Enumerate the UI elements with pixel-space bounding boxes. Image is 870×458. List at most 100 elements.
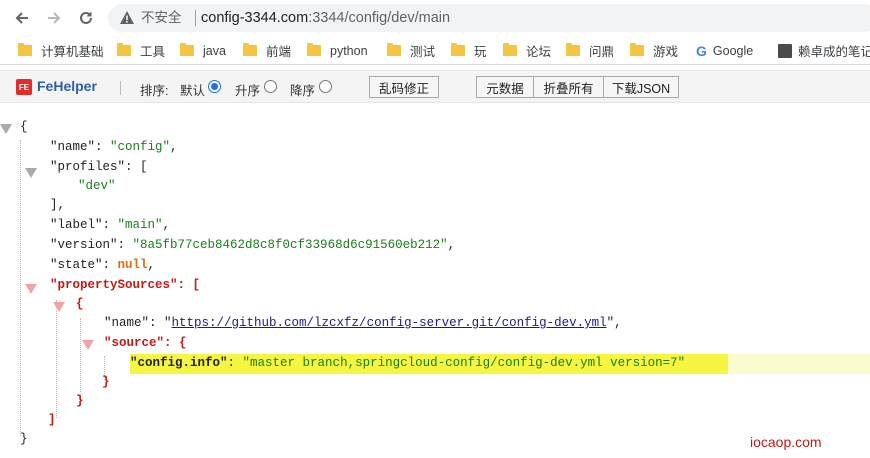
reload-button[interactable] (76, 8, 96, 28)
json-line: } (20, 430, 28, 449)
folder-icon (180, 43, 194, 56)
json-link[interactable]: https://github.com/lzcxfz/config-server.… (172, 316, 607, 330)
folder-icon (503, 43, 517, 56)
fix-encoding-button[interactable]: 乱码修正 (369, 76, 439, 98)
indent-guide (80, 318, 81, 398)
bookmark-label: java (203, 43, 226, 58)
json-line: "profiles": [ (50, 160, 148, 174)
brace: } (20, 432, 28, 446)
collapse-toggle-icon[interactable] (53, 302, 65, 312)
url-path: :3344/config/dev/main (308, 10, 451, 26)
folder-icon (243, 43, 257, 56)
json-line: "dev" (78, 177, 116, 196)
json-viewer: { "name": "config", "profiles": [ "dev" … (0, 104, 870, 458)
fehelper-logo-icon: FE (16, 79, 32, 95)
indent-guide (20, 140, 21, 436)
sort-desc-radio[interactable] (319, 80, 332, 93)
brace: } (102, 375, 110, 389)
json-key: "profiles" (50, 160, 126, 174)
json-line: "version": "8a5fb77ceb8462d8c8f0cf33968d… (50, 238, 456, 252)
json-line: { (76, 297, 84, 311)
bookmark-python[interactable]: python (307, 42, 368, 59)
json-line: "source": { (104, 336, 187, 350)
bookmarks-bar: 计算机基础 工具 java 前端 python 测试 玩 论坛 问鼎 游戏 GG… (0, 36, 870, 65)
folder-icon (451, 43, 465, 56)
sort-asc-radio[interactable] (264, 80, 277, 93)
back-arrow-icon (15, 12, 28, 24)
sort-desc-label[interactable]: 降序 (290, 80, 315, 99)
collapse-toggle-icon[interactable] (25, 168, 37, 178)
json-line: ], (50, 198, 66, 212)
bookmark-frontend[interactable]: 前端 (243, 42, 291, 59)
bookmark-tools[interactable]: 工具 (117, 42, 165, 59)
bookmark-testing[interactable]: 测试 (387, 42, 435, 59)
download-json-button[interactable]: 下载JSON (603, 76, 679, 98)
raw-data-button[interactable]: 元数据 (476, 76, 534, 98)
json-key: "version" (50, 238, 118, 252)
url-host: config-3344.com (201, 10, 309, 26)
browser-toolbar: 不安全 config-3344.com:3344/config/dev/main (0, 0, 870, 36)
google-icon: G (696, 42, 707, 59)
folder-icon (566, 43, 580, 56)
bookmark-games[interactable]: 游戏 (630, 42, 678, 59)
json-string: "main" (117, 218, 163, 232)
reload-icon (80, 11, 92, 24)
json-key: "config.info" (130, 356, 228, 370)
collapse-toggle-icon[interactable] (25, 284, 37, 294)
bookmark-label: python (330, 43, 368, 58)
json-line: "name": "config", (50, 140, 178, 154)
bookmark-google[interactable]: G Google (696, 42, 753, 59)
bookmark-label: 计算机基础 (41, 45, 104, 59)
sort-default-radio[interactable] (208, 80, 221, 93)
bookmark-forum[interactable]: 论坛 (503, 42, 551, 59)
bookmark-label: 赖卓成的笔记 (798, 45, 870, 59)
folder-icon (117, 43, 131, 56)
omnibox-divider (195, 10, 196, 26)
bookmark-label: 前端 (266, 45, 292, 59)
bookmark-label: 工具 (140, 45, 166, 59)
bookmark-notes[interactable]: 赖卓成的笔记 (778, 42, 870, 59)
json-line: "propertySources": [ (50, 278, 201, 292)
security-label[interactable]: 不安全 (141, 10, 182, 26)
json-line: "label": "main", (50, 218, 171, 232)
sort-label: 排序: (140, 84, 169, 98)
back-button[interactable] (12, 8, 32, 28)
json-key: "source" (104, 336, 165, 350)
address-bar[interactable]: 不安全 config-3344.com:3344/config/dev/main (108, 4, 870, 32)
bookmark-wending[interactable]: 问鼎 (566, 42, 614, 59)
bookmark-label: Google (712, 43, 754, 58)
json-key: "label" (50, 218, 103, 232)
collapse-toggle-icon[interactable] (82, 340, 94, 350)
json-line: { (20, 118, 28, 137)
bookmark-java[interactable]: java (180, 42, 226, 59)
url-text[interactable]: config-3344.com:3344/config/dev/main (201, 9, 450, 27)
json-string: "master branch,springcloud-config/config… (242, 356, 686, 370)
collapse-toggle-icon[interactable] (0, 124, 12, 134)
json-line: "state": null, (50, 258, 156, 272)
watermark: iocaop.com (750, 434, 822, 450)
json-string: "8a5fb77ceb8462d8c8f0cf33968d6c91560eb21… (132, 238, 448, 252)
bookmark-label: 论坛 (526, 45, 552, 59)
json-line: "name": "https://github.com/lzcxfz/confi… (104, 316, 622, 330)
fehelper-title[interactable]: FeHelper (37, 78, 97, 94)
json-key: "state" (50, 258, 103, 272)
brace: { (20, 120, 28, 134)
json-key: "propertySources" (50, 278, 178, 292)
bookmark-label: 玩 (474, 45, 487, 59)
bookmark-computer-basics[interactable]: 计算机基础 (18, 42, 104, 59)
fehelper-toolbar: FE FeHelper 排序: 默认 升序 降序 乱码修正 元数据 折叠所有 下… (0, 70, 870, 103)
indent-guide (56, 300, 57, 418)
warning-icon[interactable] (119, 10, 135, 26)
brace: } (76, 394, 84, 408)
json-line: ] (48, 413, 56, 427)
bookmark-label: 游戏 (653, 45, 679, 59)
bookmark-play[interactable]: 玩 (451, 42, 487, 59)
collapse-all-button[interactable]: 折叠所有 (533, 76, 604, 98)
json-key: "name" (50, 140, 96, 154)
forward-button[interactable] (44, 8, 64, 28)
sort-asc-label[interactable]: 升序 (235, 80, 260, 99)
json-string: "config" (110, 140, 171, 154)
folder-icon (630, 43, 644, 56)
bookmark-label: 测试 (410, 45, 436, 59)
sort-default-label[interactable]: 默认 (180, 80, 205, 99)
